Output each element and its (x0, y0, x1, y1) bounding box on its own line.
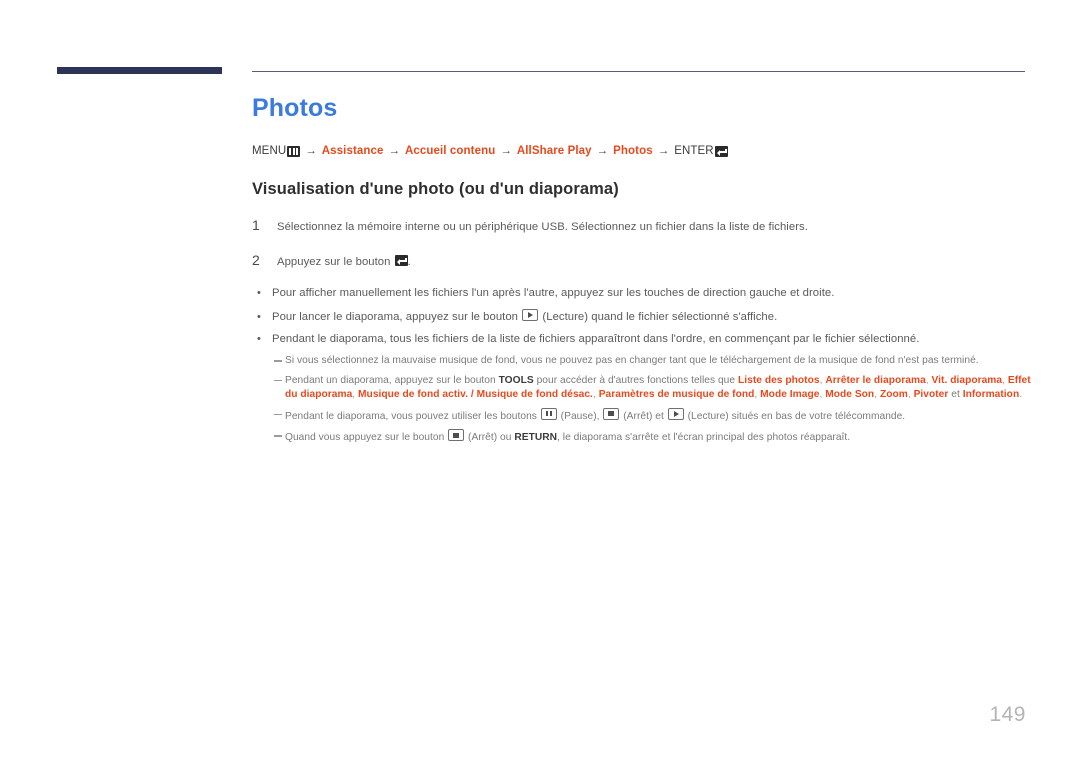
menu-path-breadcrumb: MENU → Assistance → Accueil contenu → Al… (252, 144, 1042, 158)
play-key-icon (522, 308, 539, 321)
option-musique-de-fond-activ-desac: Musique de fond activ. / Musique de fond… (358, 389, 593, 401)
step-text: Appuyez sur le bouton . (277, 254, 411, 270)
bullet-text: Pendant le diaporama, tous les fichiers … (272, 332, 920, 345)
step-item: 2 Appuyez sur le bouton . (252, 252, 1042, 270)
section-heading: Visualisation d'une photo (ou d'un diapo… (252, 180, 619, 198)
bullet-item: • Pour afficher manuellement les fichier… (252, 286, 1042, 301)
note-dash-marker (274, 430, 285, 437)
note-text-end: . (1019, 389, 1023, 401)
step-text-before: Appuyez sur le bouton (277, 255, 391, 268)
option-pivoter: Pivoter (913, 389, 949, 401)
note-label-pause: (Pause), (560, 410, 600, 422)
bullet-marker: • (257, 310, 261, 323)
note-text: Si vous sélectionnez la mauvaise musique… (285, 355, 979, 367)
note-dash-marker (274, 409, 285, 416)
option-zoom: Zoom (879, 389, 908, 401)
tools-button-label: TOOLS (498, 374, 534, 386)
option-information: Information (962, 389, 1020, 401)
note-item: Quand vous appuyez sur le bouton (Arrêt)… (274, 429, 1042, 445)
bullet-item: • Pendant le diaporama, tous les fichier… (252, 332, 1042, 347)
note-text-before: Pendant le diaporama, vous pouvez utilis… (285, 410, 537, 422)
header-rules (0, 67, 1080, 79)
step-text: Sélectionnez la mémoire interne ou un pé… (277, 221, 808, 233)
path-arrow-2: → (388, 144, 401, 157)
enter-label: ENTER (674, 144, 714, 157)
bullet-text-after: (Lecture) quand le fichier sélectionné s… (542, 310, 778, 323)
path-arrow-5: → (657, 144, 670, 157)
stop-key-icon (603, 407, 620, 420)
step-text-after: . (407, 255, 411, 268)
note-label-play: (Lecture) situés en bas de votre télécom… (687, 410, 906, 422)
note-item: Pendant le diaporama, vous pouvez utilis… (274, 407, 1042, 424)
option-arreter-le-diaporama: Arrêter le diaporama (825, 374, 926, 386)
bullet-marker: • (257, 287, 261, 300)
option-vit-diaporama: Vit. diaporama (931, 374, 1003, 386)
enter-return-icon (714, 145, 728, 157)
note-text: Quand vous appuyez sur le bouton (Arrêt)… (285, 429, 850, 445)
note-dash-marker (274, 355, 285, 362)
note-text-before: Quand vous appuyez sur le bouton (285, 432, 445, 444)
option-liste-des-photos: Liste des photos (737, 374, 820, 386)
return-button-label: RETURN (514, 432, 558, 444)
note-text-middle: pour accéder à d'autres fonctions telles… (536, 374, 736, 386)
steps-list: 1 Sélectionnez la mémoire interne ou un … (252, 217, 1042, 269)
enter-return-icon (394, 254, 408, 266)
bullet-text-before: Pour lancer le diaporama, appuyez sur le… (272, 310, 519, 323)
path-arrow-4: → (596, 144, 609, 157)
note-item: Si vous sélectionnez la mauvaise musique… (274, 354, 1042, 368)
play-key-icon (667, 407, 684, 420)
note-label-stop: (Arrêt) et (623, 410, 664, 422)
bullet-text: Pour lancer le diaporama, appuyez sur le… (272, 308, 778, 325)
bullet-list: • Pour afficher manuellement les fichier… (252, 286, 1042, 347)
path-arrow-1: → (305, 144, 317, 157)
menu-path-item-assistance[interactable]: Assistance (322, 145, 384, 158)
note-text-middle: (Arrêt) ou (468, 432, 512, 444)
note-text-before: Pendant un diaporama, appuyez sur le bou… (285, 374, 496, 386)
option-mode-image: Mode Image (760, 389, 820, 401)
header-divider-line (252, 71, 1025, 72)
page-number: 149 (989, 703, 1026, 726)
pause-key-icon (540, 407, 557, 420)
step-item: 1 Sélectionnez la mémoire interne ou un … (252, 217, 1042, 235)
note-dash-marker (274, 375, 285, 382)
option-mode-son: Mode Son (825, 389, 875, 401)
menu-label: MENU (252, 144, 287, 157)
note-text-end: , le diaporama s'arrête et l'écran princ… (557, 432, 851, 444)
menu-path-item-photos[interactable]: Photos (613, 145, 653, 158)
note-conjunction: et (951, 389, 960, 401)
option-parametres-de-musique-de-fond: Paramètres de musique de fond (598, 389, 755, 401)
note-text: Pendant le diaporama, vous pouvez utilis… (285, 407, 906, 424)
note-item: Pendant un diaporama, appuyez sur le bou… (274, 374, 1042, 403)
step-number: 1 (252, 217, 260, 233)
bullet-text: Pour afficher manuellement les fichiers … (272, 287, 835, 300)
bullet-item: • Pour lancer le diaporama, appuyez sur … (252, 308, 1042, 325)
menu-grid-icon (287, 145, 301, 157)
page-title: Photos (252, 94, 338, 122)
header-accent-bar (57, 67, 222, 74)
menu-path-item-allshare-play[interactable]: AllShare Play (517, 145, 592, 158)
note-text: Pendant un diaporama, appuyez sur le bou… (285, 374, 1031, 401)
menu-path-item-accueil-contenu[interactable]: Accueil contenu (405, 145, 495, 158)
step-number: 2 (252, 251, 260, 268)
notes-list: Si vous sélectionnez la mauvaise musique… (274, 354, 1042, 445)
path-arrow-3: → (500, 144, 512, 157)
stop-key-icon (448, 429, 465, 442)
page-content: Photos MENU → Assistance → Accueil conte… (252, 94, 1042, 451)
bullet-marker: • (257, 332, 261, 345)
